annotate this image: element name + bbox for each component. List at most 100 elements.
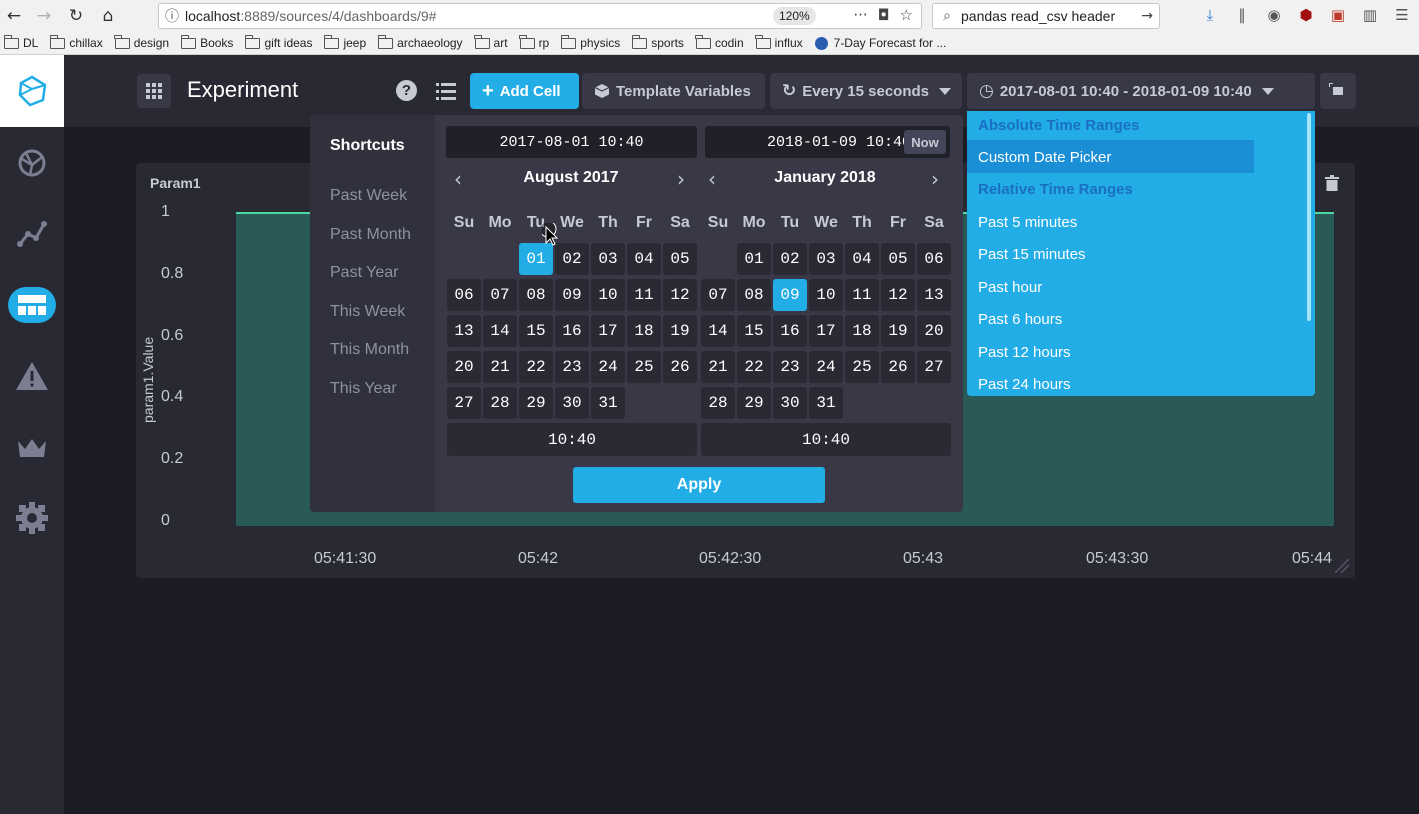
relative-range-item[interactable]: Past 6 hours	[978, 311, 1062, 328]
sidebar-item-configuration[interactable]	[0, 482, 64, 553]
sidebar-item-alerts[interactable]	[0, 340, 64, 411]
bookmark-folder[interactable]: Books	[180, 34, 233, 50]
sidebar-item-admin[interactable]	[0, 411, 64, 482]
bookmark-folder[interactable]: archaeology	[377, 34, 463, 50]
right-calendar-day[interactable]: 08	[737, 279, 771, 311]
bookmark-folder[interactable]: sports	[631, 34, 684, 50]
url-bar[interactable]: ⓘ localhost:8889/sources/4/dashboards/9#…	[158, 3, 922, 29]
bookmark-forecast[interactable]: 7-Day Forecast for ...	[814, 36, 946, 50]
account-icon[interactable]: ◉	[1264, 6, 1284, 24]
start-time-input[interactable]: 10:40	[447, 423, 697, 456]
left-calendar-day[interactable]: 21	[483, 351, 517, 383]
shortcut-item[interactable]: Past Month	[330, 226, 411, 244]
right-calendar-day[interactable]: 21	[701, 351, 735, 383]
right-calendar-day[interactable]: 01	[737, 243, 771, 275]
right-calendar-day[interactable]: 09	[773, 279, 807, 311]
right-calendar-day[interactable]: 17	[809, 315, 843, 347]
right-calendar-day[interactable]: 22	[737, 351, 771, 383]
left-calendar-day[interactable]: 13	[447, 315, 481, 347]
right-calendar-day[interactable]: 16	[773, 315, 807, 347]
bookmark-folder[interactable]: jeep	[323, 34, 366, 50]
right-prev-month-icon[interactable]: ‹	[708, 167, 716, 191]
resize-handle-icon[interactable]	[1335, 559, 1349, 573]
right-calendar-day[interactable]: 04	[845, 243, 879, 275]
left-calendar-day[interactable]: 02	[555, 243, 589, 275]
zoom-level[interactable]: 120%	[773, 7, 816, 25]
search-go-icon[interactable]: →	[1141, 8, 1153, 24]
bookmark-folder[interactable]: physics	[560, 34, 620, 50]
left-calendar-day[interactable]: 19	[663, 315, 697, 347]
right-calendar-day[interactable]: 02	[773, 243, 807, 275]
right-calendar-day[interactable]: 30	[773, 387, 807, 419]
right-calendar-day[interactable]: 29	[737, 387, 771, 419]
ublock-icon[interactable]: ⬢	[1296, 6, 1316, 24]
right-calendar-day[interactable]: 19	[881, 315, 915, 347]
right-calendar-day[interactable]: 05	[881, 243, 915, 275]
bookmark-folder[interactable]: design	[114, 34, 169, 50]
right-calendar-day[interactable]: 10	[809, 279, 843, 311]
left-calendar-day[interactable]: 07	[483, 279, 517, 311]
left-calendar-day[interactable]: 18	[627, 315, 661, 347]
shortcut-item[interactable]: This Week	[330, 303, 405, 321]
bookmark-folder[interactable]: chillax	[49, 34, 103, 50]
left-calendar-day[interactable]: 05	[663, 243, 697, 275]
page-title[interactable]: Experiment	[187, 77, 298, 103]
right-calendar-day[interactable]: 20	[917, 315, 951, 347]
sidebar-icon[interactable]: ▥	[1360, 6, 1380, 24]
relative-range-item[interactable]: Past 15 minutes	[978, 246, 1086, 263]
left-calendar-day[interactable]: 30	[555, 387, 589, 419]
bookmark-folder[interactable]: art	[474, 34, 508, 50]
right-calendar-day[interactable]: 24	[809, 351, 843, 383]
search-bar[interactable]: ⌕ pandas read_csv header →	[932, 3, 1160, 29]
start-date-input[interactable]: 2017-08-01 10:40	[446, 126, 697, 158]
apply-button[interactable]: Apply	[573, 467, 825, 503]
chronograf-logo-icon[interactable]	[0, 55, 64, 127]
left-calendar-day[interactable]: 24	[591, 351, 625, 383]
right-calendar-day[interactable]: 15	[737, 315, 771, 347]
right-calendar-day[interactable]: 25	[845, 351, 879, 383]
list-icon[interactable]	[436, 83, 456, 105]
left-calendar-day[interactable]: 27	[447, 387, 481, 419]
left-prev-month-icon[interactable]: ‹	[454, 167, 462, 191]
more-icon[interactable]: ···	[853, 6, 867, 24]
left-calendar-day[interactable]: 25	[627, 351, 661, 383]
left-calendar-day[interactable]: 01	[519, 243, 553, 275]
right-calendar-day[interactable]: 12	[881, 279, 915, 311]
dashboards-switcher-button[interactable]	[137, 74, 171, 108]
autorefresh-dropdown[interactable]: ↻ Every 15 seconds	[770, 73, 962, 109]
shortcut-item[interactable]: Past Week	[330, 187, 407, 205]
bookmark-folder[interactable]: gift ideas	[244, 34, 312, 50]
bookmark-star-icon[interactable]: ☆	[900, 6, 913, 24]
left-calendar-day[interactable]: 17	[591, 315, 625, 347]
relative-range-item[interactable]: Past 24 hours	[978, 376, 1071, 393]
end-time-input[interactable]: 10:40	[701, 423, 951, 456]
time-range-dropdown[interactable]: ◷ 2017-08-01 10:40 - 2018-01-09 10:40	[967, 73, 1315, 109]
bookmark-folder[interactable]: DL	[3, 34, 38, 50]
left-calendar-day[interactable]: 06	[447, 279, 481, 311]
left-calendar-day[interactable]: 14	[483, 315, 517, 347]
right-calendar-day[interactable]: 28	[701, 387, 735, 419]
left-calendar-day[interactable]: 09	[555, 279, 589, 311]
left-calendar-day[interactable]: 22	[519, 351, 553, 383]
left-calendar-day[interactable]: 11	[627, 279, 661, 311]
left-calendar-day[interactable]: 08	[519, 279, 553, 311]
left-calendar-day[interactable]: 15	[519, 315, 553, 347]
right-next-month-icon[interactable]: ›	[931, 167, 939, 191]
forward-icon[interactable]: →	[32, 4, 56, 28]
pocket-icon[interactable]: ◘	[878, 6, 890, 24]
site-info-icon[interactable]: ⓘ	[159, 6, 185, 26]
extension-icon[interactable]: ▣	[1328, 6, 1348, 24]
shortcut-item[interactable]: Past Year	[330, 264, 399, 282]
left-next-month-icon[interactable]: ›	[677, 167, 685, 191]
right-calendar-day[interactable]: 03	[809, 243, 843, 275]
back-icon[interactable]: ←	[2, 4, 26, 28]
right-calendar-day[interactable]: 13	[917, 279, 951, 311]
right-calendar-day[interactable]: 06	[917, 243, 951, 275]
left-calendar-day[interactable]: 28	[483, 387, 517, 419]
right-calendar-day[interactable]: 14	[701, 315, 735, 347]
left-calendar-day[interactable]: 04	[627, 243, 661, 275]
library-icon[interactable]: ∥	[1232, 6, 1252, 24]
bookmark-folder[interactable]: rp	[519, 34, 549, 50]
cell-title[interactable]: Param1	[150, 175, 201, 191]
relative-range-item[interactable]: Past hour	[978, 279, 1042, 296]
